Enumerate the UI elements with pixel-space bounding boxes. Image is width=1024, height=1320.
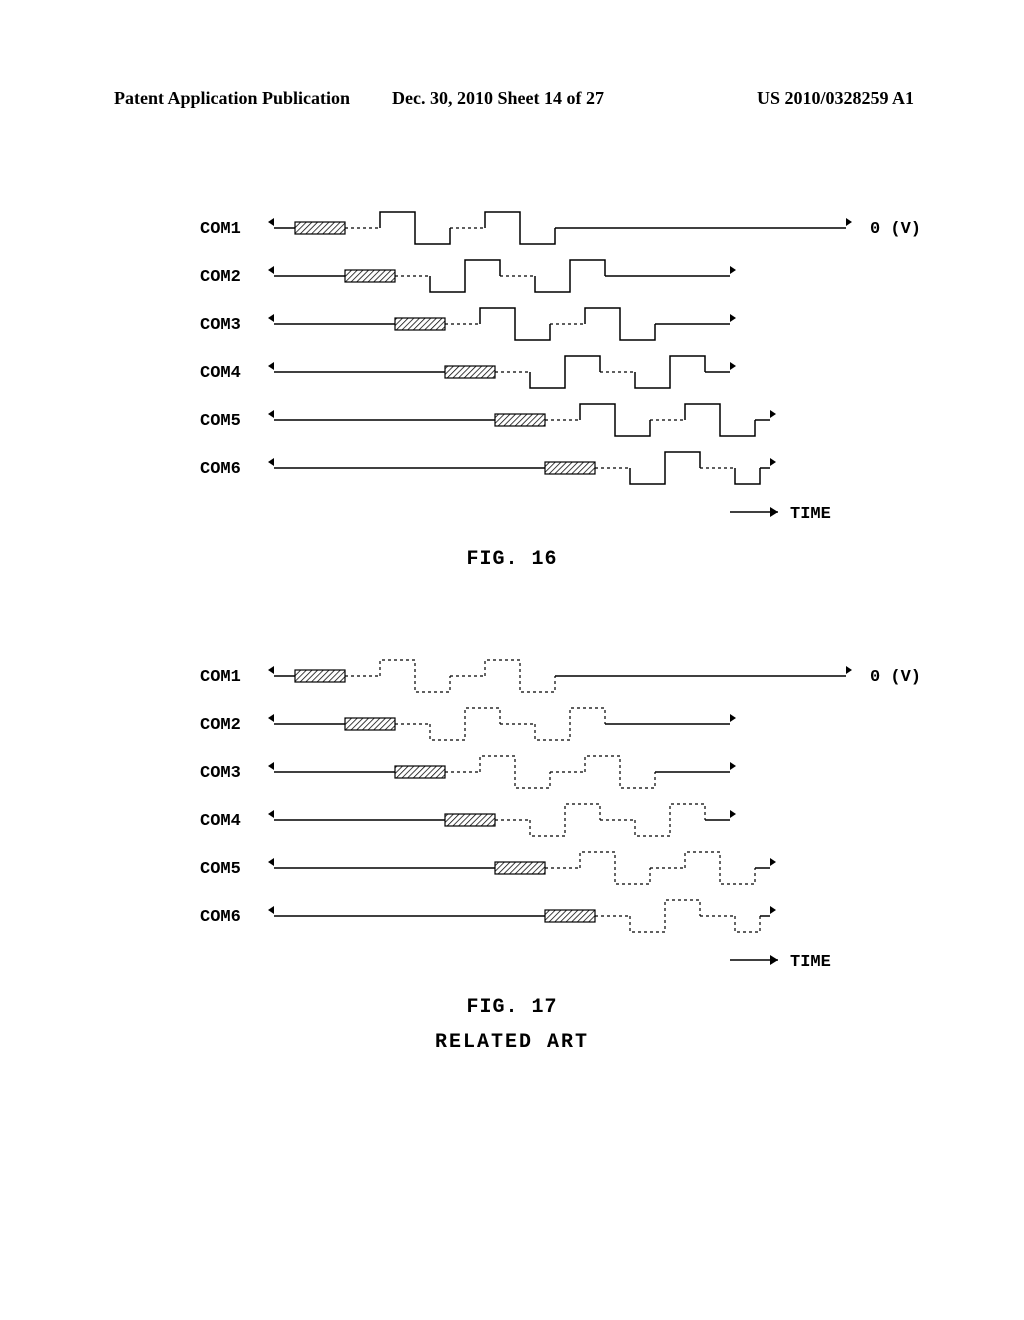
figure-16-block: COM1 0 (V) COM2 [0, 200, 1024, 571]
waveform-com2 [260, 248, 860, 296]
signal-label-com2: COM2 [200, 268, 241, 287]
signal-label-com3: COM3 [200, 316, 241, 335]
signal-label-com3-b: COM3 [200, 764, 241, 783]
waveform-com1 [260, 200, 860, 248]
fig16-row-com5: COM5 [0, 392, 1024, 440]
figure-17-block: COM1 0 (V) COM2 [0, 648, 1024, 1054]
signal-label-com1-b: COM1 [200, 668, 241, 687]
fig17-time-axis: TIME [0, 940, 1024, 980]
fig16-row-com4: COM4 [0, 344, 1024, 392]
header-publication: Patent Application Publication [114, 88, 350, 109]
waveform-com6-b [260, 888, 860, 936]
time-label-fig16: TIME [790, 505, 831, 524]
time-label-fig17: TIME [790, 953, 831, 972]
signal-label-com2-b: COM2 [200, 716, 241, 735]
fig17-row-com2: COM2 [0, 696, 1024, 744]
signal-label-com5-b: COM5 [200, 860, 241, 879]
signal-label-com5: COM5 [200, 412, 241, 431]
waveform-com5 [260, 392, 860, 440]
waveform-com3 [260, 296, 860, 344]
zero-volt-label: 0 (V) [870, 220, 921, 239]
signal-label-com4: COM4 [200, 364, 241, 383]
zero-volt-label-b: 0 (V) [870, 668, 921, 687]
fig17-row-com1: COM1 0 (V) [0, 648, 1024, 696]
fig16-row-com1: COM1 0 (V) [0, 200, 1024, 248]
fig17-row-com6: COM6 [0, 888, 1024, 936]
signal-label-com4-b: COM4 [200, 812, 241, 831]
fig16-time-axis: TIME [0, 492, 1024, 532]
fig16-row-com6: COM6 [0, 440, 1024, 488]
fig17-caption: FIG. 17 [0, 996, 1024, 1019]
time-arrow-icon: TIME [730, 500, 860, 524]
signal-label-com1: COM1 [200, 220, 241, 239]
waveform-com3-b [260, 744, 860, 792]
time-arrow-icon-b: TIME [730, 948, 860, 972]
waveform-com4-b [260, 792, 860, 840]
waveform-com4 [260, 344, 860, 392]
fig17-row-com5: COM5 [0, 840, 1024, 888]
fig16-caption: FIG. 16 [0, 548, 1024, 571]
signal-label-com6-b: COM6 [200, 908, 241, 927]
fig16-row-com2: COM2 [0, 248, 1024, 296]
waveform-com1-b [260, 648, 860, 696]
waveform-com2-b [260, 696, 860, 744]
waveform-com5-b [260, 840, 860, 888]
waveform-com6 [260, 440, 860, 488]
header-patent-number: US 2010/0328259 A1 [757, 88, 914, 109]
header-date-sheet: Dec. 30, 2010 Sheet 14 of 27 [392, 88, 604, 109]
fig16-row-com3: COM3 [0, 296, 1024, 344]
fig17-subcaption: RELATED ART [0, 1031, 1024, 1054]
fig17-row-com3: COM3 [0, 744, 1024, 792]
signal-label-com6: COM6 [200, 460, 241, 479]
fig17-row-com4: COM4 [0, 792, 1024, 840]
